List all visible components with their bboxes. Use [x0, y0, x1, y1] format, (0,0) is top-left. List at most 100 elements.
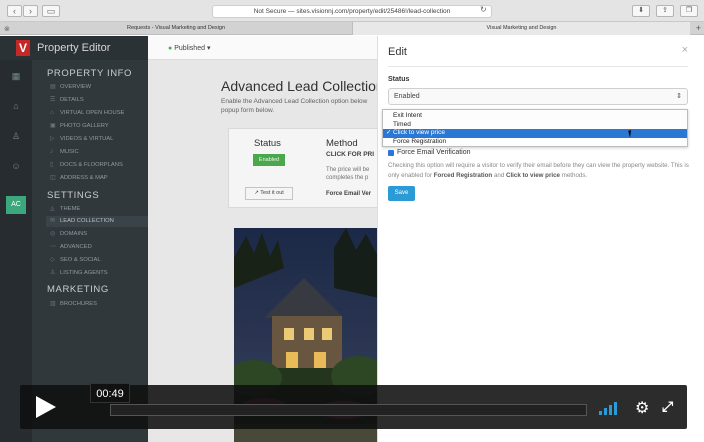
sidebar-item-label: VIDEOS & VIRTUAL — [60, 136, 114, 142]
select-arrows-icon: ⇕ — [676, 93, 682, 100]
account-avatar[interactable]: AC — [6, 196, 26, 214]
home-icon[interactable]: ⌂ — [10, 100, 22, 112]
sidebar-item-details[interactable]: ☰ DETAILS — [50, 95, 148, 106]
sidebar-item-label: ADVANCED — [60, 244, 92, 250]
sidebar-item-label: ADDRESS & MAP — [60, 175, 108, 181]
tab-label: Requests - Visual Marketing and Design — [126, 25, 226, 31]
reload-icon[interactable]: ↻ — [480, 5, 487, 14]
publish-status-label: Published — [174, 45, 205, 52]
close-icon[interactable]: × — [682, 44, 688, 56]
sidebar-heading-marketing: MARKETING — [47, 284, 109, 295]
sidebar-heading-settings: SETTINGS — [47, 190, 100, 201]
sidebar-item-theme[interactable]: ◬ THEME — [50, 204, 148, 215]
sidebar-item-seo-social[interactable]: ◇ SEO & SOCIAL — [50, 255, 148, 266]
agent-icon: ♙ — [50, 270, 56, 276]
play-icon[interactable] — [36, 396, 56, 418]
people-icon[interactable]: ♙ — [10, 130, 22, 142]
sidebar-item-label: PHOTO GALLERY — [60, 123, 109, 129]
status-select-value: Enabled — [394, 93, 420, 100]
volume-icon[interactable] — [599, 401, 623, 415]
fullscreen-icon[interactable]: ⤢ — [662, 398, 673, 415]
sidebar-item-docs-floorplans[interactable]: ▯ DOCS & FLOORPLANS — [50, 160, 148, 171]
share-icon[interactable]: ⇪ — [656, 5, 674, 17]
address-bar[interactable]: Not Secure — sites.visionnj.com/property… — [212, 5, 492, 18]
theme-icon: ◬ — [50, 206, 55, 212]
checkbox-label: Force Email Verification — [397, 149, 471, 156]
playback-time: 00:49 — [90, 383, 130, 403]
dropdown-option-exit-intent[interactable]: Exit Intent — [383, 112, 687, 121]
dropdown-option-timed[interactable]: Timed — [383, 121, 687, 130]
video-controls: 00:49 ⚙ ⤢ — [20, 383, 687, 429]
option-label: Exit Intent — [393, 112, 422, 119]
help-text-part: and — [492, 171, 506, 179]
option-label: Click to view price — [393, 129, 446, 136]
sidebar-item-label: DOCS & FLOORPLANS — [60, 162, 123, 168]
sidebar-heading-property-info: PROPERTY INFO — [47, 68, 133, 79]
panel-divider — [388, 66, 688, 67]
app-logo[interactable]: V — [16, 40, 30, 56]
diamond-icon: ◇ — [50, 257, 55, 263]
tab-close-icon[interactable]: ⊗ — [4, 23, 10, 36]
option-label: Force Registration — [393, 137, 447, 145]
download-icon[interactable]: ⬇ — [632, 5, 650, 17]
app-title: Property Editor — [37, 42, 111, 54]
method-dropdown-menu: Exit Intent Timed ✓ Click to view price F… — [382, 109, 688, 147]
globe-icon: ◎ — [50, 231, 56, 237]
sidebar-item-label: MUSIC — [60, 149, 79, 155]
sidebar-item-overview[interactable]: ▤ OVERVIEW — [50, 82, 148, 93]
edit-panel: Edit × Status Enabled ⇕ ⇕ Exit Intent Ti… — [377, 36, 704, 442]
sidebar-item-domains[interactable]: ◎ DOMAINS — [50, 229, 148, 240]
chevron-down-icon: ▾ — [206, 45, 211, 52]
back-button[interactable]: ‹ — [7, 5, 22, 17]
sidebar-item-label: THEME — [60, 206, 81, 212]
sidebar-item-videos-virtual[interactable]: ▷ VIDEOS & VIRTUAL — [50, 134, 148, 145]
music-icon: ♪ — [50, 149, 53, 155]
sidebar-item-lead-collection[interactable]: ✉ LEAD COLLECTION — [46, 216, 148, 227]
tab-requests[interactable]: ⊗ Requests - Visual Marketing and Design — [0, 22, 352, 35]
sidebar-item-label: BROCHURES — [60, 301, 98, 307]
force-email-checkbox[interactable] — [388, 150, 394, 156]
sidebar-toggle-icon[interactable]: ▭ — [42, 5, 60, 17]
sidebar-item-virtual-open-house[interactable]: ⌂ VIRTUAL OPEN HOUSE — [50, 108, 148, 119]
sidebar-item-music[interactable]: ♪ MUSIC — [50, 147, 148, 158]
sidebar-item-advanced[interactable]: ⋯ ADVANCED — [50, 242, 148, 253]
code-icon: ⋯ — [50, 244, 56, 250]
sidebar-item-label: LEAD COLLECTION — [60, 218, 114, 224]
panel-title: Edit — [388, 46, 407, 58]
brochure-icon: ▥ — [50, 301, 56, 307]
overview-icon: ▤ — [50, 84, 56, 90]
tab-strip: ⊗ Requests - Visual Marketing and Design… — [0, 22, 704, 35]
checkmark-icon: ✓ — [386, 129, 392, 136]
tab-label: Visual Marketing and Design — [486, 25, 557, 31]
sidebar-item-label: VIRTUAL OPEN HOUSE — [60, 110, 125, 116]
map-icon: ◫ — [50, 175, 56, 181]
progress-bar[interactable] — [110, 404, 587, 416]
status-label: Status — [388, 76, 410, 83]
user-icon[interactable]: ☺ — [10, 160, 22, 172]
video-icon: ▷ — [50, 136, 55, 142]
sidebar-item-label: LISTING AGENTS — [60, 270, 108, 276]
save-button[interactable]: Save — [388, 186, 415, 201]
sidebar-item-listing-agents[interactable]: ♙ LISTING AGENTS — [50, 268, 148, 279]
forward-button[interactable]: › — [23, 5, 38, 17]
browser-toolbar: ‹ › ▭ Not Secure — sites.visionnj.com/pr… — [0, 0, 704, 22]
list-icon: ☰ — [50, 97, 56, 103]
status-select[interactable]: Enabled ⇕ — [388, 88, 688, 105]
photo-icon: ▣ — [50, 123, 56, 129]
sidebar-item-label: DOMAINS — [60, 231, 88, 237]
sidebar-item-label: OVERVIEW — [60, 84, 92, 90]
publish-status-dropdown[interactable]: ● Published ▾ — [168, 44, 210, 52]
sidebar-item-photo-gallery[interactable]: ▣ PHOTO GALLERY — [50, 121, 148, 132]
sidebar-item-address-map[interactable]: ◫ ADDRESS & MAP — [50, 173, 148, 184]
gear-icon[interactable]: ⚙ — [635, 398, 649, 418]
sidebar-item-label: SEO & SOCIAL — [60, 257, 101, 263]
new-tab-icon[interactable]: + — [696, 22, 701, 34]
dropdown-option-click-to-view-price[interactable]: ✓ Click to view price — [383, 129, 687, 138]
help-text-emphasis: Forced Registration — [433, 171, 493, 179]
help-text-emphasis: Click to view price — [505, 171, 560, 179]
dropdown-option-force-registration[interactable]: Force Registration — [383, 138, 687, 147]
tab-visual-marketing[interactable]: Visual Marketing and Design — [352, 22, 690, 35]
sidebar-item-brochures[interactable]: ▥ BROCHURES — [50, 299, 148, 310]
grid-icon[interactable]: ▦ — [10, 70, 22, 82]
tabs-overview-icon[interactable]: ❐ — [680, 5, 698, 17]
